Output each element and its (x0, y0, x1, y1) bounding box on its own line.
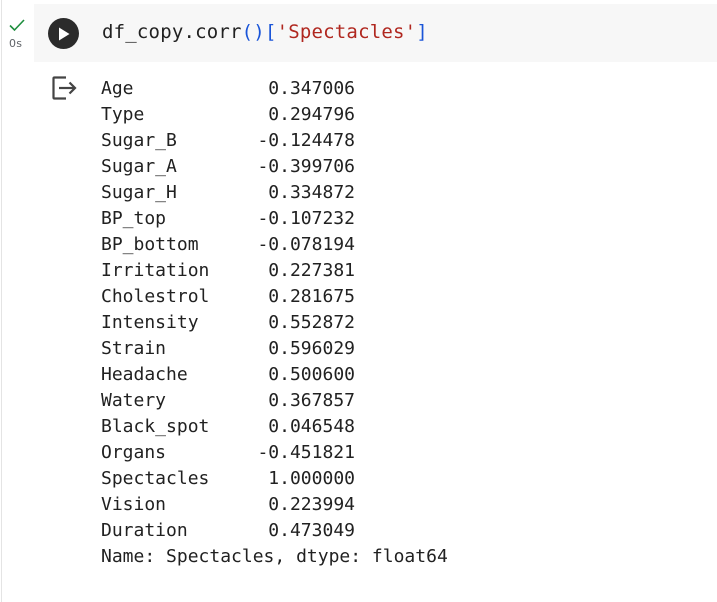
output-row: Spectacles 1.000000 (101, 468, 355, 489)
output-redirect-icon[interactable] (49, 73, 79, 103)
output-row: Sugar_B -0.124478 (101, 130, 355, 151)
code-bracket-close: ] (416, 21, 428, 43)
check-icon (9, 19, 25, 32)
output-row: Strain 0.596029 (101, 338, 355, 359)
output-row: Irritation 0.227381 (101, 260, 355, 281)
code-parens: () (241, 21, 265, 43)
output-row: Age 0.347006 (101, 78, 355, 99)
output-row: Intensity 0.552872 (101, 312, 355, 333)
cell-output: Age 0.347006 Type 0.294796 Sugar_B -0.12447… (101, 76, 448, 570)
output-row: BP_top -0.107232 (101, 208, 355, 229)
output-row: Cholestrol 0.281675 (101, 286, 355, 307)
output-row: Sugar_H 0.334872 (101, 182, 355, 203)
output-row: Headache 0.500600 (101, 364, 355, 385)
output-row: Duration 0.473049 (101, 520, 355, 541)
left-border (1, 0, 2, 602)
output-row: Watery 0.367857 (101, 390, 355, 411)
output-row: BP_bottom -0.078194 (101, 234, 355, 255)
execution-time: 0s (9, 37, 23, 50)
output-row: Sugar_A -0.399706 (101, 156, 355, 177)
code-bracket-open: [ (264, 21, 277, 43)
output-row: Type 0.294796 (101, 104, 355, 125)
code-call: df_copy.corr (102, 21, 242, 43)
run-cell-button[interactable] (48, 18, 79, 49)
output-row: Black_spot 0.046548 (101, 416, 355, 437)
code-line[interactable]: df_copy.corr()['Spectacles'] (102, 21, 428, 43)
play-icon (58, 27, 69, 40)
code-string: 'Spectacles' (276, 21, 417, 43)
output-row: Organs -0.451821 (101, 442, 355, 463)
output-footer: Name: Spectacles, dtype: float64 (101, 546, 448, 567)
output-row: Vision 0.223994 (101, 494, 355, 515)
